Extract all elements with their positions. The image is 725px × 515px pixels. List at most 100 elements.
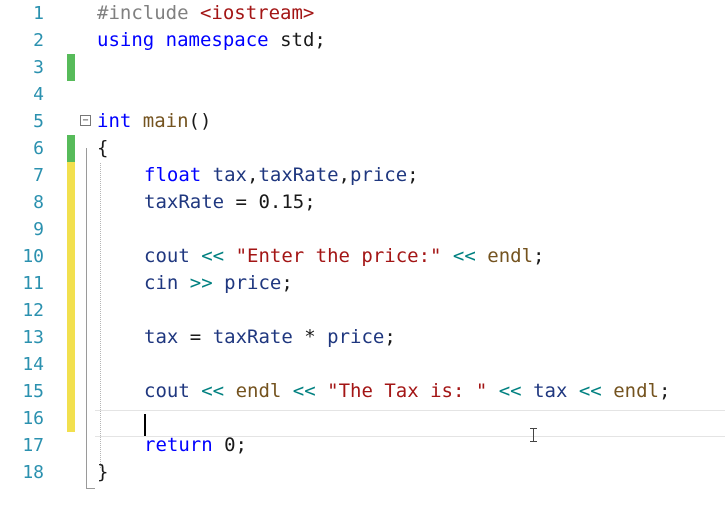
operator: >> <box>189 272 213 294</box>
code-line[interactable]: 18 } <box>0 459 725 486</box>
fold-region-end <box>86 488 95 489</box>
line-number: 1 <box>33 3 44 24</box>
variable: price <box>327 326 385 348</box>
change-marker-unsaved <box>67 378 75 405</box>
line-number: 18 <box>22 462 44 483</box>
keyword: using <box>97 29 155 51</box>
line-number: 16 <box>22 408 44 429</box>
line-number: 9 <box>33 219 44 240</box>
code-line[interactable]: 13 tax = taxRate * price; <box>0 324 725 351</box>
operator: << <box>201 245 225 267</box>
code-line[interactable]: 9 <box>0 216 725 243</box>
change-marker-unsaved <box>67 162 75 189</box>
variable: taxRate <box>258 164 339 186</box>
operator: << <box>292 380 316 402</box>
code-text[interactable]: cout << "Enter the price:" << endl; <box>144 243 544 270</box>
identifier: cin <box>144 272 179 294</box>
operator: << <box>498 380 522 402</box>
line-number: 13 <box>22 327 44 348</box>
punctuation: ; <box>384 326 396 348</box>
code-line[interactable]: 1 #include <iostream> <box>0 0 725 27</box>
brace: { <box>97 137 109 159</box>
change-marker-unsaved <box>67 405 75 432</box>
code-line-current[interactable]: 16 <box>0 405 725 432</box>
code-line[interactable]: 8 taxRate = 0.15; <box>0 189 725 216</box>
string-literal: "Enter the price:" <box>235 245 442 267</box>
collapse-icon[interactable]: − <box>80 115 91 126</box>
code-text[interactable]: int main() <box>97 108 211 135</box>
code-line[interactable]: 5 − int main() <box>0 108 725 135</box>
change-marker-unsaved <box>67 324 75 351</box>
line-number: 10 <box>22 246 44 267</box>
punctuation: () <box>188 110 212 132</box>
code-line[interactable]: 17 return 0; <box>0 432 725 459</box>
punctuation: ; <box>658 380 671 402</box>
operator: = <box>235 191 247 213</box>
keyword: namespace <box>165 29 269 51</box>
code-line[interactable]: 6 { <box>0 135 725 162</box>
punctuation: ; <box>281 272 293 294</box>
code-line[interactable]: 4 <box>0 81 725 108</box>
function-name: main <box>142 110 189 132</box>
variable: tax <box>533 380 568 402</box>
line-number: 12 <box>22 300 44 321</box>
include-header: <iostream> <box>199 2 315 24</box>
operator: * <box>304 326 316 348</box>
variable: taxRate <box>144 191 225 213</box>
line-number: 8 <box>33 192 44 213</box>
punctuation: ; <box>407 164 419 186</box>
function-name: endl <box>487 245 534 267</box>
number-literal: 0.15 <box>258 191 305 213</box>
code-line[interactable]: 3 <box>0 54 725 81</box>
line-number: 11 <box>22 273 44 294</box>
change-marker-unsaved <box>67 270 75 297</box>
line-number: 14 <box>22 354 44 375</box>
keyword: return <box>144 434 213 456</box>
punctuation: , <box>246 164 259 186</box>
code-editor[interactable]: 1 #include <iostream> 2 using namespace … <box>0 0 725 515</box>
code-text[interactable]: float tax,taxRate,price; <box>144 162 419 189</box>
text-caret <box>144 414 146 436</box>
code-line[interactable]: 15 cout << endl << "The Tax is: " << tax… <box>0 378 725 405</box>
code-text[interactable]: using namespace std; <box>97 27 326 54</box>
change-marker-unsaved <box>67 216 75 243</box>
keyword: int <box>97 110 132 132</box>
code-line[interactable]: 12 <box>0 297 725 324</box>
variable: tax <box>144 326 179 348</box>
code-text[interactable]: #include <iostream> <box>97 0 314 27</box>
code-text[interactable]: taxRate = 0.15; <box>144 189 316 216</box>
code-line[interactable]: 2 using namespace std; <box>0 27 725 54</box>
line-number: 6 <box>33 138 44 159</box>
string-literal: "The Tax is: " <box>327 380 488 402</box>
function-name: endl <box>613 380 659 402</box>
code-text[interactable]: } <box>97 459 108 486</box>
function-name: endl <box>235 380 282 402</box>
code-line[interactable]: 14 <box>0 351 725 378</box>
ibeam-cursor-icon <box>530 428 537 442</box>
brace: } <box>97 461 109 483</box>
code-text[interactable]: tax = taxRate * price; <box>144 324 396 351</box>
line-number: 7 <box>33 165 44 186</box>
code-line[interactable]: 10 cout << "Enter the price:" << endl; <box>0 243 725 270</box>
code-line[interactable]: 11 cin >> price; <box>0 270 725 297</box>
change-marker-unsaved <box>67 243 75 270</box>
keyword: float <box>144 164 202 186</box>
code-text[interactable]: return 0; <box>144 432 247 459</box>
operator: << <box>578 380 602 402</box>
preprocessor-directive: #include <box>97 2 189 24</box>
code-text[interactable]: cout << endl << "The Tax is: " << tax <<… <box>144 378 670 405</box>
punctuation: ; <box>533 245 545 267</box>
change-marker-saved <box>67 135 75 162</box>
code-text[interactable]: { <box>97 135 108 162</box>
change-marker-saved <box>67 54 75 81</box>
operator: = <box>189 326 202 348</box>
code-line[interactable]: 7 float tax,taxRate,price; <box>0 162 725 189</box>
line-number: 4 <box>33 84 44 105</box>
line-number: 15 <box>22 381 44 402</box>
code-text[interactable]: cin >> price; <box>144 270 293 297</box>
line-number: 17 <box>22 435 44 456</box>
line-number: 3 <box>33 57 44 78</box>
variable: price <box>224 272 282 294</box>
operator: << <box>201 380 225 402</box>
variable: price <box>349 164 408 186</box>
